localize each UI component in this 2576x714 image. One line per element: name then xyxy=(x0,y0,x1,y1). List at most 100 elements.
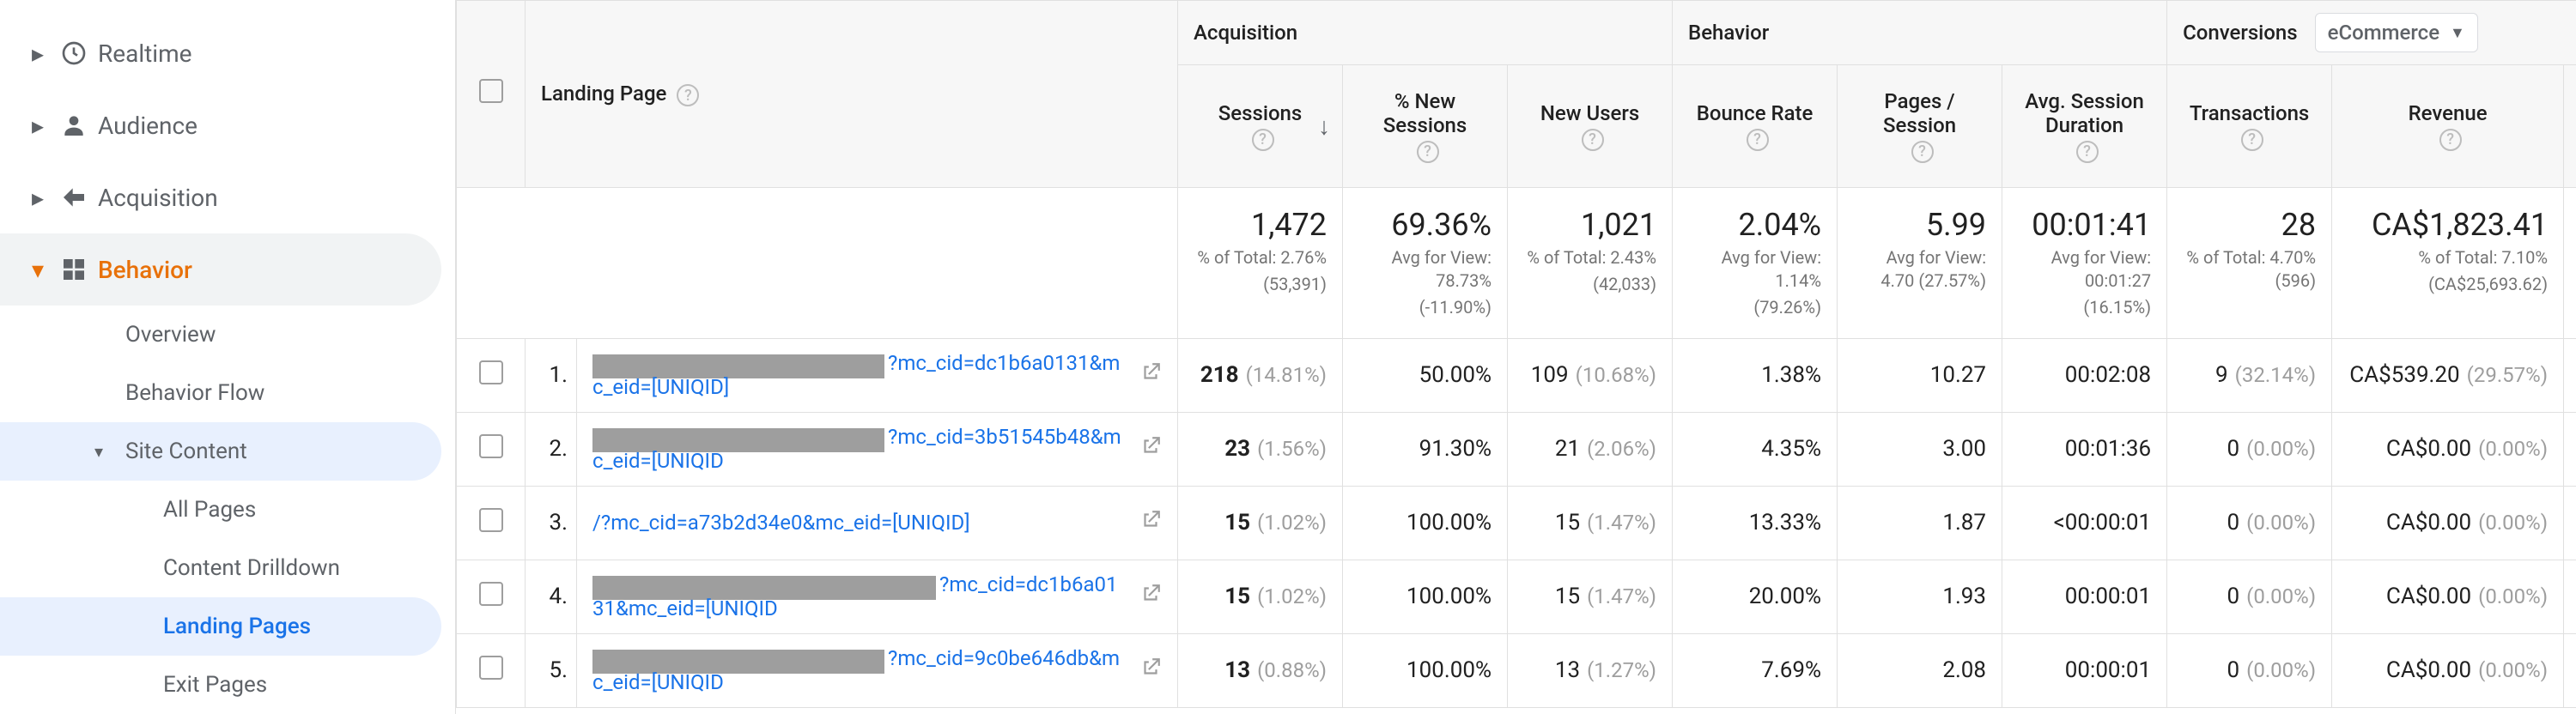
col-pct-new-sessions[interactable]: % New Sessions? xyxy=(1343,65,1508,188)
help-icon[interactable]: ? xyxy=(1747,129,1769,151)
table-row: 1. ?mc_cid=dc1b6a0131&mc_eid=[UNIQID] 21… xyxy=(457,338,2576,412)
row-checkbox[interactable] xyxy=(479,360,503,384)
nav-all-pages[interactable]: All Pages xyxy=(0,481,455,539)
table-row: 2. ?mc_cid=3b51545b48&mc_eid=[UNIQID 23(… xyxy=(457,412,2576,486)
cell-pct-new-sessions: 91.30% xyxy=(1343,412,1508,486)
nav-exit-pages[interactable]: Exit Pages xyxy=(0,656,455,714)
col-avg-session-duration[interactable]: Avg. Session Duration? xyxy=(2002,65,2167,188)
cell-duration: 00:02:08 xyxy=(2002,338,2167,412)
row-checkbox[interactable] xyxy=(479,508,503,532)
cell-revenue: CA$539.20(29.57%) xyxy=(2332,338,2564,412)
group-behavior: Behavior xyxy=(1673,1,2167,65)
dimension-header[interactable]: Landing Page ? xyxy=(526,1,1178,188)
help-icon[interactable]: ? xyxy=(1911,141,1934,163)
report-table: Landing Page ? Acquisition Behavior Conv… xyxy=(456,0,2576,708)
chevron-right-icon: ▸ xyxy=(26,184,50,212)
nav-realtime[interactable]: ▸ Realtime xyxy=(0,17,455,89)
nav-behavior-label: Behavior xyxy=(98,256,192,284)
clock-icon xyxy=(50,39,98,67)
cell-transactions: 0(0.00%) xyxy=(2167,633,2332,707)
summary-pps: 5.99Avg for View: 4.70 (27.57%) xyxy=(1838,187,2002,338)
nav-landing-pages[interactable]: Landing Pages xyxy=(0,597,441,656)
cell-ecr: 0.00% xyxy=(2564,486,2576,560)
col-transactions[interactable]: Transactions? xyxy=(2167,65,2332,188)
cell-sessions: 218(14.81%) xyxy=(1178,338,1343,412)
help-icon[interactable]: ? xyxy=(2439,129,2462,151)
group-acquisition: Acquisition xyxy=(1178,1,1673,65)
cell-new-users: 15(1.47%) xyxy=(1508,560,1673,633)
row-select-cell xyxy=(457,338,526,412)
cell-pps: 1.93 xyxy=(1838,560,2002,633)
cell-transactions: 0(0.00%) xyxy=(2167,560,2332,633)
cell-sessions: 15(1.02%) xyxy=(1178,560,1343,633)
conversions-select[interactable]: eCommerce ▼ xyxy=(2315,13,2478,52)
col-pages-per-session[interactable]: Pages / Session? xyxy=(1838,65,2002,188)
col-revenue[interactable]: Revenue? xyxy=(2332,65,2564,188)
nav-acquisition-label: Acquisition xyxy=(98,184,218,212)
row-checkbox[interactable] xyxy=(479,656,503,680)
cell-pct-new-sessions: 100.00% xyxy=(1343,560,1508,633)
row-select-cell xyxy=(457,412,526,486)
row-checkbox[interactable] xyxy=(479,582,503,606)
landing-page-link[interactable]: ?mc_cid=9c0be646db&mc_eid=[UNIQID xyxy=(592,646,1126,694)
external-link-icon[interactable] xyxy=(1139,583,1162,611)
landing-page-link[interactable]: ?mc_cid=dc1b6a0131&mc_eid=[UNIQID] xyxy=(592,351,1126,399)
nav-audience-label: Audience xyxy=(98,112,197,140)
cell-ecr: 0.00% xyxy=(2564,412,2576,486)
summary-ecr: 1.90%Avg for View: 1.12%(70.40%) xyxy=(2564,187,2576,338)
cell-duration: 00:01:36 xyxy=(2002,412,2167,486)
help-icon[interactable]: ? xyxy=(2076,141,2099,163)
row-select-cell xyxy=(457,560,526,633)
cell-new-users: 15(1.47%) xyxy=(1508,486,1673,560)
cell-ecr: 0.00% xyxy=(2564,560,2576,633)
summary-new-users: 1,021% of Total: 2.43%(42,033) xyxy=(1508,187,1673,338)
col-sessions[interactable]: Sessions ? ↓ xyxy=(1178,65,1343,188)
row-index: 1. xyxy=(526,338,577,412)
cell-duration: 00:00:01 xyxy=(2002,560,2167,633)
chevron-right-icon: ▸ xyxy=(26,112,50,140)
col-bounce-rate[interactable]: Bounce Rate? xyxy=(1673,65,1838,188)
dimension-label: Landing Page xyxy=(541,82,666,106)
nav-acquisition[interactable]: ▸ Acquisition xyxy=(0,161,455,233)
cell-revenue: CA$0.00(0.00%) xyxy=(2332,633,2564,707)
help-icon[interactable]: ? xyxy=(1252,129,1274,151)
select-all-checkbox[interactable] xyxy=(479,79,503,103)
external-link-icon[interactable] xyxy=(1139,509,1162,537)
cell-revenue: CA$0.00(0.00%) xyxy=(2332,412,2564,486)
help-icon[interactable]: ? xyxy=(1582,129,1604,151)
nav-content-drilldown[interactable]: Content Drilldown xyxy=(0,539,455,597)
chevron-down-icon: ▾ xyxy=(26,256,50,284)
behavior-icon xyxy=(50,256,98,283)
nav-audience[interactable]: ▸ Audience xyxy=(0,89,455,161)
cell-sessions: 15(1.02%) xyxy=(1178,486,1343,560)
summary-pct-new-sessions: 69.36%Avg for View: 78.73%(-11.90%) xyxy=(1343,187,1508,338)
row-select-cell xyxy=(457,633,526,707)
row-checkbox[interactable] xyxy=(479,434,503,458)
acquisition-icon xyxy=(50,184,98,211)
row-index: 2. xyxy=(526,412,577,486)
col-new-users[interactable]: New Users? xyxy=(1508,65,1673,188)
nav-overview[interactable]: Overview xyxy=(0,306,455,364)
cell-revenue: CA$0.00(0.00%) xyxy=(2332,560,2564,633)
nav-behavior[interactable]: ▾ Behavior xyxy=(0,233,441,306)
external-link-icon[interactable] xyxy=(1139,657,1162,685)
chevron-down-icon: ▼ xyxy=(2450,24,2465,42)
external-link-icon[interactable] xyxy=(1139,435,1162,463)
landing-page-link[interactable]: ?mc_cid=3b51545b48&mc_eid=[UNIQID xyxy=(592,425,1126,473)
help-icon[interactable]: ? xyxy=(677,84,699,106)
landing-page-link[interactable]: /?mc_cid=a73b2d34e0&mc_eid=[UNIQID] xyxy=(592,511,1126,535)
cell-new-users: 13(1.27%) xyxy=(1508,633,1673,707)
help-icon[interactable]: ? xyxy=(2241,129,2263,151)
cell-bounce-rate: 1.38% xyxy=(1673,338,1838,412)
external-link-icon[interactable] xyxy=(1139,361,1162,390)
cell-ecr: 0.00% xyxy=(2564,633,2576,707)
cell-bounce-rate: 13.33% xyxy=(1673,486,1838,560)
nav-site-content[interactable]: Site Content xyxy=(0,422,441,481)
row-select-cell xyxy=(457,486,526,560)
col-ecommerce-cr[interactable]: Ecommerce Conversion Rate? xyxy=(2564,65,2576,188)
sort-descending-icon: ↓ xyxy=(1318,112,1330,140)
help-icon[interactable]: ? xyxy=(1417,141,1439,163)
nav-behavior-flow[interactable]: Behavior Flow xyxy=(0,364,455,422)
cell-duration: 00:00:01 xyxy=(2002,633,2167,707)
landing-page-link[interactable]: ?mc_cid=dc1b6a0131&mc_eid=[UNIQID xyxy=(592,572,1126,620)
